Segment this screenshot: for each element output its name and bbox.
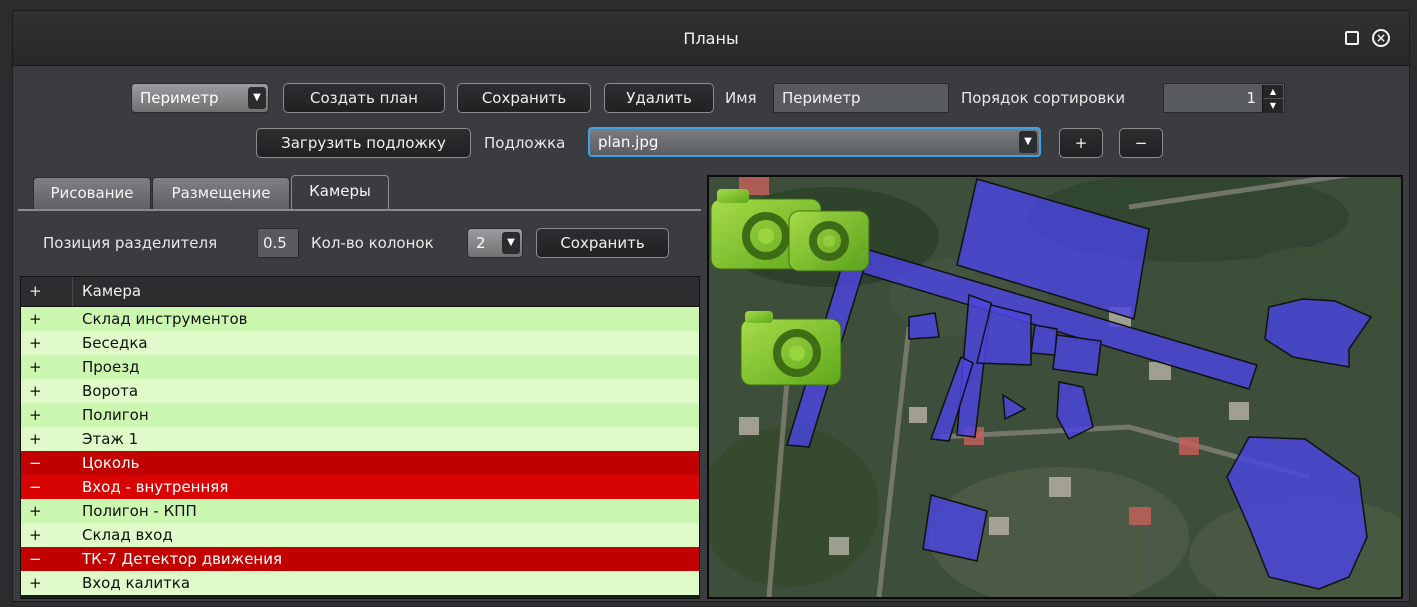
minus-icon[interactable]: − xyxy=(29,547,42,571)
camera-table: + Камера + Склад инструментов + Беседка + Про… xyxy=(20,276,700,599)
divider-position-field[interactable]: 0.5 xyxy=(257,228,299,258)
columns-count-label: Кол-во колонок xyxy=(311,234,434,252)
plan-select[interactable]: Периметр ▼ xyxy=(131,83,269,113)
create-plan-button[interactable]: Создать план xyxy=(283,83,445,113)
table-header: + Камера xyxy=(21,277,699,307)
maximize-icon xyxy=(1345,31,1359,45)
minus-icon[interactable]: − xyxy=(29,451,42,475)
table-row[interactable]: + Полигон xyxy=(21,403,699,427)
table-row[interactable]: − ТК-7 Детектор движения xyxy=(21,547,699,571)
sort-order-spinner[interactable]: ▲ ▼ xyxy=(1262,85,1283,113)
underlay-select[interactable]: plan.jpg ▼ xyxy=(588,127,1041,157)
camera-name: Ворота xyxy=(82,382,139,400)
camera-name: ТК-7 Детектор движения xyxy=(82,550,282,568)
close-button[interactable]: × xyxy=(1370,27,1392,49)
table-row[interactable]: + Этаж 1 xyxy=(21,427,699,451)
table-row[interactable]: + Проезд xyxy=(21,355,699,379)
table-row[interactable]: + Ворота xyxy=(21,379,699,403)
plus-icon[interactable]: + xyxy=(29,403,42,427)
plus-icon[interactable]: + xyxy=(29,379,42,403)
camera-name: Вход калитка xyxy=(82,574,191,592)
table-row[interactable]: + Вход калитка xyxy=(21,571,699,595)
camera-name: Вход - внутренняя xyxy=(82,478,229,496)
zone-small-c[interactable] xyxy=(1052,334,1102,376)
zone-small-b[interactable] xyxy=(1030,324,1058,356)
name-field[interactable]: Периметр xyxy=(773,83,949,113)
header-toggle[interactable]: + xyxy=(21,277,73,306)
table-row[interactable]: − Вход - внутренняя xyxy=(21,475,699,499)
divider-position-label: Позиция разделителя xyxy=(43,234,218,252)
camera-name: Цоколь xyxy=(82,454,140,472)
plus-icon[interactable]: + xyxy=(29,571,42,595)
underlay-label: Подложка xyxy=(484,134,566,152)
camera-name: Полигон xyxy=(82,406,149,424)
title-bar: Планы × xyxy=(13,11,1409,66)
plus-icon[interactable]: + xyxy=(29,427,42,451)
table-row[interactable]: + Беседка xyxy=(21,331,699,355)
name-label: Имя xyxy=(725,89,757,107)
tab-drawing[interactable]: Рисование xyxy=(33,177,151,209)
add-underlay-button[interactable]: + xyxy=(1059,128,1103,158)
plans-window: Планы × Периметр ▼ Создать план Сохранит… xyxy=(12,10,1410,602)
camera-name: Этаж 1 xyxy=(82,430,139,448)
table-row[interactable]: + Склад инструментов xyxy=(21,307,699,331)
tab-placement[interactable]: Размещение xyxy=(152,177,290,209)
camera-name: Склад инструментов xyxy=(82,310,248,328)
remove-underlay-button[interactable]: − xyxy=(1119,128,1163,158)
plus-icon[interactable]: + xyxy=(29,499,42,523)
window-title: Планы xyxy=(683,29,739,48)
camera-name: Беседка xyxy=(82,334,148,352)
plan-map[interactable] xyxy=(707,175,1403,599)
tab-divider xyxy=(18,209,701,211)
chevron-down-icon: ▼ xyxy=(248,87,266,109)
table-body: + Склад инструментов + Беседка + Проезд + Ворот… xyxy=(21,307,699,595)
camera-name: Проезд xyxy=(82,358,140,376)
chevron-down-icon: ▼ xyxy=(1019,131,1037,153)
save-cameras-button[interactable]: Сохранить xyxy=(536,228,669,258)
camera-marker[interactable] xyxy=(788,210,870,272)
minus-icon[interactable]: − xyxy=(29,475,42,499)
camera-name: Полигон - КПП xyxy=(82,502,197,520)
plus-icon[interactable]: + xyxy=(29,355,42,379)
sort-order-value: 1 xyxy=(1246,89,1256,107)
load-underlay-button[interactable]: Загрузить подложку xyxy=(256,128,471,158)
zone-small-a[interactable] xyxy=(908,312,940,340)
plus-icon[interactable]: + xyxy=(29,331,42,355)
underlay-select-value: plan.jpg xyxy=(598,133,659,151)
header-camera[interactable]: Камера xyxy=(82,277,141,306)
sort-order-label: Порядок сортировки xyxy=(961,89,1126,107)
table-row[interactable]: + Склад вход xyxy=(21,523,699,547)
sort-order-field[interactable]: 1 ▲ ▼ xyxy=(1163,83,1285,113)
columns-count-select[interactable]: 2 ▼ xyxy=(467,228,523,258)
tab-cameras[interactable]: Камеры xyxy=(291,175,389,209)
plus-icon[interactable]: + xyxy=(29,307,42,331)
plus-icon[interactable]: + xyxy=(29,523,42,547)
chevron-down-icon: ▼ xyxy=(502,232,520,254)
columns-count-value: 2 xyxy=(476,234,486,252)
spin-down-icon[interactable]: ▼ xyxy=(1263,99,1283,113)
plan-select-value: Периметр xyxy=(140,89,219,107)
camera-marker[interactable] xyxy=(740,311,842,386)
delete-plan-button[interactable]: Удалить xyxy=(604,83,714,113)
maximize-button[interactable] xyxy=(1341,27,1363,49)
table-row[interactable]: + Полигон - КПП xyxy=(21,499,699,523)
table-row[interactable]: − Цоколь xyxy=(21,451,699,475)
save-plan-button[interactable]: Сохранить xyxy=(457,83,591,113)
close-icon: × xyxy=(1372,29,1390,47)
camera-name: Склад вход xyxy=(82,526,173,544)
map-canvas[interactable] xyxy=(709,177,1401,597)
